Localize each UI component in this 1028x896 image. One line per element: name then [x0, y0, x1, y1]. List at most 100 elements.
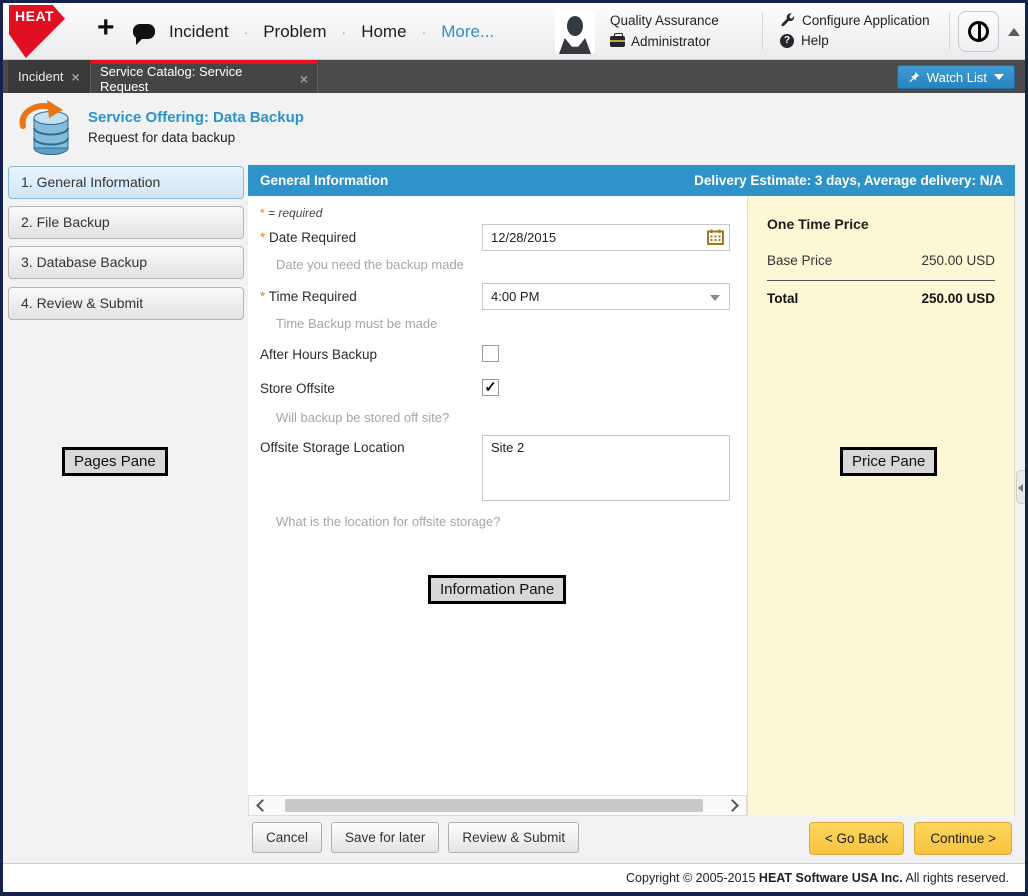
tab-incident-label: Incident — [18, 69, 64, 84]
app-window: HEAT + Incident · Problem · Home · More.… — [0, 0, 1028, 896]
main-nav: Incident · Problem · Home · More... — [169, 3, 494, 60]
scrollbar-thumb[interactable] — [285, 799, 703, 812]
action-buttons-left: Cancel Save for later Review & Submit — [252, 822, 579, 853]
date-required-help: Date you need the backup made — [276, 257, 464, 272]
chevron-down-icon — [710, 295, 720, 301]
nav-separator: · — [244, 24, 249, 40]
base-price-value: 250.00 USD — [921, 253, 995, 268]
user-name: Quality Assurance — [610, 13, 719, 28]
logout-power-button[interactable] — [958, 11, 999, 52]
time-required-value: 4:00 PM — [491, 289, 539, 304]
watch-list-label: Watch List — [927, 70, 987, 85]
footer-company: HEAT Software USA Inc. — [759, 871, 903, 885]
scroll-left-icon[interactable] — [256, 799, 269, 812]
store-offsite-label: Store Offsite — [260, 381, 335, 396]
nav-problem[interactable]: Problem — [263, 22, 326, 42]
after-hours-label: After Hours Backup — [260, 347, 377, 362]
action-buttons-right: < Go Back Continue > — [809, 822, 1012, 855]
collapse-toolbar-icon[interactable] — [1008, 28, 1020, 36]
cancel-button[interactable]: Cancel — [252, 822, 322, 853]
avatar-body — [559, 38, 591, 54]
time-required-select[interactable]: 4:00 PM — [482, 283, 730, 310]
time-required-help: Time Backup must be made — [276, 316, 437, 331]
nav-separator: · — [342, 24, 347, 40]
toolbar-divider — [949, 12, 950, 50]
save-for-later-button[interactable]: Save for later — [331, 822, 439, 853]
offering-title: Service Offering: Data Backup — [88, 109, 304, 126]
configure-application-link[interactable]: Configure Application — [780, 13, 930, 28]
required-note: * = required — [260, 206, 322, 220]
user-role: Administrator — [631, 34, 711, 49]
scroll-right-icon[interactable] — [726, 799, 739, 812]
nav-separator: · — [422, 24, 427, 40]
watch-list-button[interactable]: Watch List — [897, 65, 1015, 89]
nav-more[interactable]: More... — [441, 22, 494, 42]
wrench-icon — [780, 13, 795, 28]
page-item-review-submit[interactable]: 4. Review & Submit — [8, 287, 244, 320]
section-header: General Information Delivery Estimate: 3… — [248, 165, 1015, 196]
section-title: General Information — [260, 173, 388, 188]
go-back-button[interactable]: < Go Back — [809, 822, 904, 855]
heat-logo: HEAT — [9, 5, 65, 58]
close-icon[interactable]: × — [300, 71, 308, 87]
nav-incident[interactable]: Incident — [169, 22, 229, 42]
page-item-database-backup[interactable]: 3. Database Backup — [8, 246, 244, 279]
date-required-input[interactable] — [482, 224, 730, 251]
tab-bar: Incident × Service Catalog: Service Requ… — [3, 60, 1025, 93]
help-icon: ? — [780, 34, 794, 48]
footer: Copyright © 2005-2015 HEAT Software USA … — [3, 863, 1025, 892]
page-item-file-backup[interactable]: 2. File Backup — [8, 206, 244, 239]
required-asterisk: * — [260, 206, 265, 220]
calendar-icon[interactable] — [707, 229, 724, 245]
power-icon-bar — [978, 23, 982, 40]
check-icon: ✓ — [484, 379, 497, 396]
total-price-row: Total 250.00 USD — [767, 291, 995, 306]
price-divider — [767, 280, 995, 281]
information-pane-callout: Information Pane — [428, 575, 566, 604]
pages-pane-callout: Pages Pane — [62, 447, 168, 476]
chevron-down-icon — [994, 74, 1004, 80]
avatar-head — [567, 16, 583, 36]
pin-icon — [908, 71, 920, 83]
top-toolbar: HEAT + Incident · Problem · Home · More.… — [3, 3, 1025, 60]
tab-incident[interactable]: Incident × — [8, 60, 90, 93]
tab-service-catalog-label: Service Catalog: Service Request — [100, 64, 292, 94]
footer-copyright-post: All rights reserved. — [903, 871, 1009, 885]
after-hours-checkbox[interactable] — [482, 345, 499, 362]
configure-application-label: Configure Application — [802, 13, 930, 28]
close-icon[interactable]: × — [72, 69, 80, 85]
database-backup-icon — [15, 98, 73, 158]
price-pane-callout: Price Pane — [840, 447, 937, 476]
time-required-label: * Time Required — [260, 289, 357, 304]
user-avatar[interactable] — [555, 10, 595, 54]
review-submit-button[interactable]: Review & Submit — [448, 822, 579, 853]
user-block: Quality Assurance Administrator — [610, 13, 719, 49]
offsite-location-textarea[interactable]: Site 2 — [482, 435, 730, 501]
continue-button[interactable]: Continue > — [914, 822, 1012, 855]
store-offsite-checkbox[interactable]: ✓ — [482, 379, 499, 396]
new-record-icon[interactable]: + — [97, 11, 115, 45]
collapse-pane-handle[interactable] — [1016, 470, 1025, 504]
base-price-row: Base Price 250.00 USD — [767, 253, 995, 268]
offsite-location-label: Offsite Storage Location — [260, 440, 405, 455]
information-pane: * = required * Date Required Date you ne… — [248, 196, 747, 795]
page-item-general-information[interactable]: 1. General Information — [8, 166, 244, 199]
total-value: 250.00 USD — [921, 291, 995, 306]
nav-home[interactable]: Home — [361, 22, 406, 42]
chat-icon[interactable] — [133, 24, 155, 39]
horizontal-scrollbar[interactable] — [248, 795, 747, 816]
date-required-label: * Date Required — [260, 230, 356, 245]
toolbar-divider — [762, 12, 763, 50]
heat-logo-text: HEAT — [15, 8, 54, 24]
total-label: Total — [767, 291, 798, 306]
user-role-row[interactable]: Administrator — [610, 34, 719, 49]
store-offsite-help: Will backup be stored off site? — [276, 410, 449, 425]
app-frame: HEAT + Incident · Problem · Home · More.… — [3, 3, 1025, 892]
config-block: Configure Application ? Help — [780, 13, 930, 53]
delivery-estimate: Delivery Estimate: 3 days, Average deliv… — [694, 173, 1003, 188]
tab-service-catalog[interactable]: Service Catalog: Service Request × — [90, 60, 318, 93]
price-pane: One Time Price Base Price 250.00 USD Tot… — [747, 196, 1015, 816]
help-link[interactable]: ? Help — [780, 33, 930, 48]
offering-subtitle: Request for data backup — [88, 130, 235, 145]
footer-copyright-pre: Copyright © 2005-2015 — [626, 871, 759, 885]
